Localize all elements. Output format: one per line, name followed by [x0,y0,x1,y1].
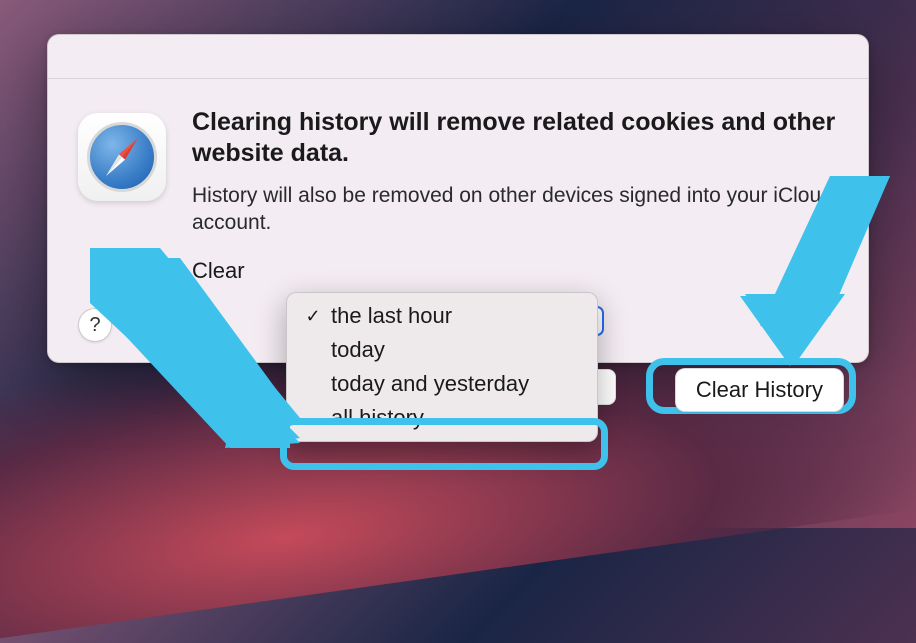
clear-range-label: Clear [192,258,838,284]
dropdown-item-today[interactable]: today [293,333,591,367]
dialog-header-spacer [48,35,868,79]
checkmark-icon: ✓ [303,306,323,327]
dropdown-item-last-hour[interactable]: ✓ the last hour [293,299,591,333]
dropdown-item-label: all history [331,405,424,431]
dropdown-item-label: today [331,337,385,363]
dropdown-item-label: the last hour [331,303,452,329]
dialog-title: Clearing history will remove related coo… [192,107,838,170]
clear-history-button[interactable]: Clear History [675,368,844,412]
safari-app-icon [78,113,166,201]
dialog-subtitle: History will also be removed on other de… [192,182,838,237]
dropdown-item-all-history[interactable]: all history [293,401,591,435]
dropdown-item-today-yesterday[interactable]: today and yesterday [293,367,591,401]
help-button[interactable]: ? [78,308,112,342]
clear-range-dropdown[interactable]: ✓ the last hour today today and yesterda… [286,292,598,442]
dropdown-item-label: today and yesterday [331,371,529,397]
compass-icon [87,122,157,192]
